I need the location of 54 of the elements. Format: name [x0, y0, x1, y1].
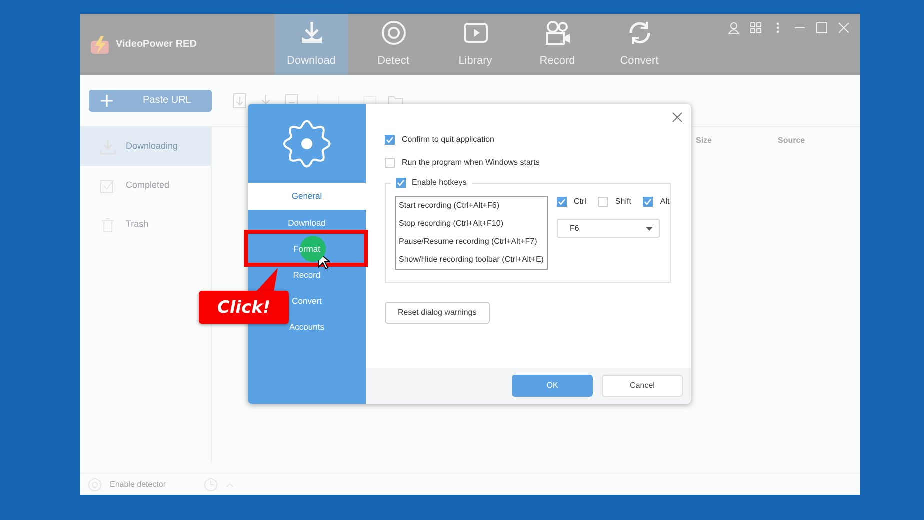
settings-nav-item[interactable]: Record — [291, 268, 323, 282]
callout-tail — [254, 267, 280, 293]
hotkey-action[interactable]: Pause/Resume recording (Ctrl+Alt+F7) — [399, 236, 544, 248]
caret-icon — [646, 226, 653, 230]
reset-dialog-warnings-button[interactable]: Reset dialog warnings — [385, 302, 490, 324]
nav-tab[interactable]: Convert — [603, 14, 676, 75]
close-button[interactable] — [672, 112, 683, 123]
option-label: Enable hotkeys — [412, 177, 467, 189]
checkbox[interactable] — [643, 197, 654, 207]
logo-icon — [90, 34, 110, 54]
target-icon — [380, 19, 408, 48]
settings-nav-item[interactable]: General — [248, 183, 366, 210]
modifier-label: Alt — [660, 196, 670, 208]
paste-url-button[interactable]: Paste URL — [89, 90, 212, 112]
download-icon[interactable] — [232, 92, 248, 108]
sidebar-item[interactable]: Trash — [80, 205, 211, 244]
column-header: Size — [696, 135, 714, 147]
key-value: F6 — [570, 222, 580, 234]
settings-nav-item[interactable]: Convert — [290, 294, 324, 308]
modifier-label: Ctrl — [574, 196, 586, 208]
nav-tab[interactable]: Detect — [357, 14, 430, 75]
camera-icon — [544, 19, 572, 48]
checkbox[interactable] — [385, 158, 395, 168]
grid-icon[interactable] — [750, 22, 762, 34]
cancel-button[interactable]: Cancel — [602, 375, 683, 397]
hotkey-action[interactable]: Start recording (Ctrl+Alt+F6) — [399, 200, 544, 212]
gear-icon — [283, 120, 331, 168]
maximize-icon[interactable] — [816, 22, 828, 34]
hotkey-action[interactable]: Stop recording (Ctrl+Alt+F10) — [399, 218, 544, 230]
nav-tab[interactable]: Download — [275, 14, 348, 75]
plus-icon — [101, 94, 113, 106]
app-title: VideoPower RED — [116, 38, 197, 52]
detector-label[interactable]: Enable detector — [110, 478, 166, 490]
user-icon[interactable] — [728, 22, 740, 34]
option-label: Run the program when Windows starts — [402, 157, 540, 169]
nav-tab[interactable]: Library — [439, 14, 512, 75]
option-label: Confirm to quit application — [402, 134, 494, 146]
checkbox[interactable] — [556, 197, 567, 207]
sidebar-item[interactable]: Downloading — [80, 127, 211, 166]
settings-nav-item[interactable]: Download — [286, 216, 328, 230]
checkbox[interactable] — [598, 197, 608, 207]
close-icon — [672, 112, 683, 123]
modifier-label: Shift — [615, 196, 632, 208]
checkbox[interactable] — [385, 135, 395, 145]
checkbox[interactable] — [396, 178, 406, 188]
key-dropdown[interactable]: F6 — [556, 219, 660, 238]
nav-tab[interactable]: Record — [521, 14, 594, 75]
settings-nav-item[interactable]: Format — [292, 242, 322, 256]
column-header: Source — [778, 135, 806, 147]
settings-nav-item[interactable]: Accounts — [288, 320, 326, 334]
sidebar-item[interactable]: Completed — [80, 166, 211, 205]
ok-button[interactable]: OK — [512, 375, 593, 397]
hotkey-action[interactable]: Show/Hide recording toolbar (Ctrl+Alt+E) — [399, 254, 544, 266]
close-icon[interactable] — [838, 22, 850, 34]
